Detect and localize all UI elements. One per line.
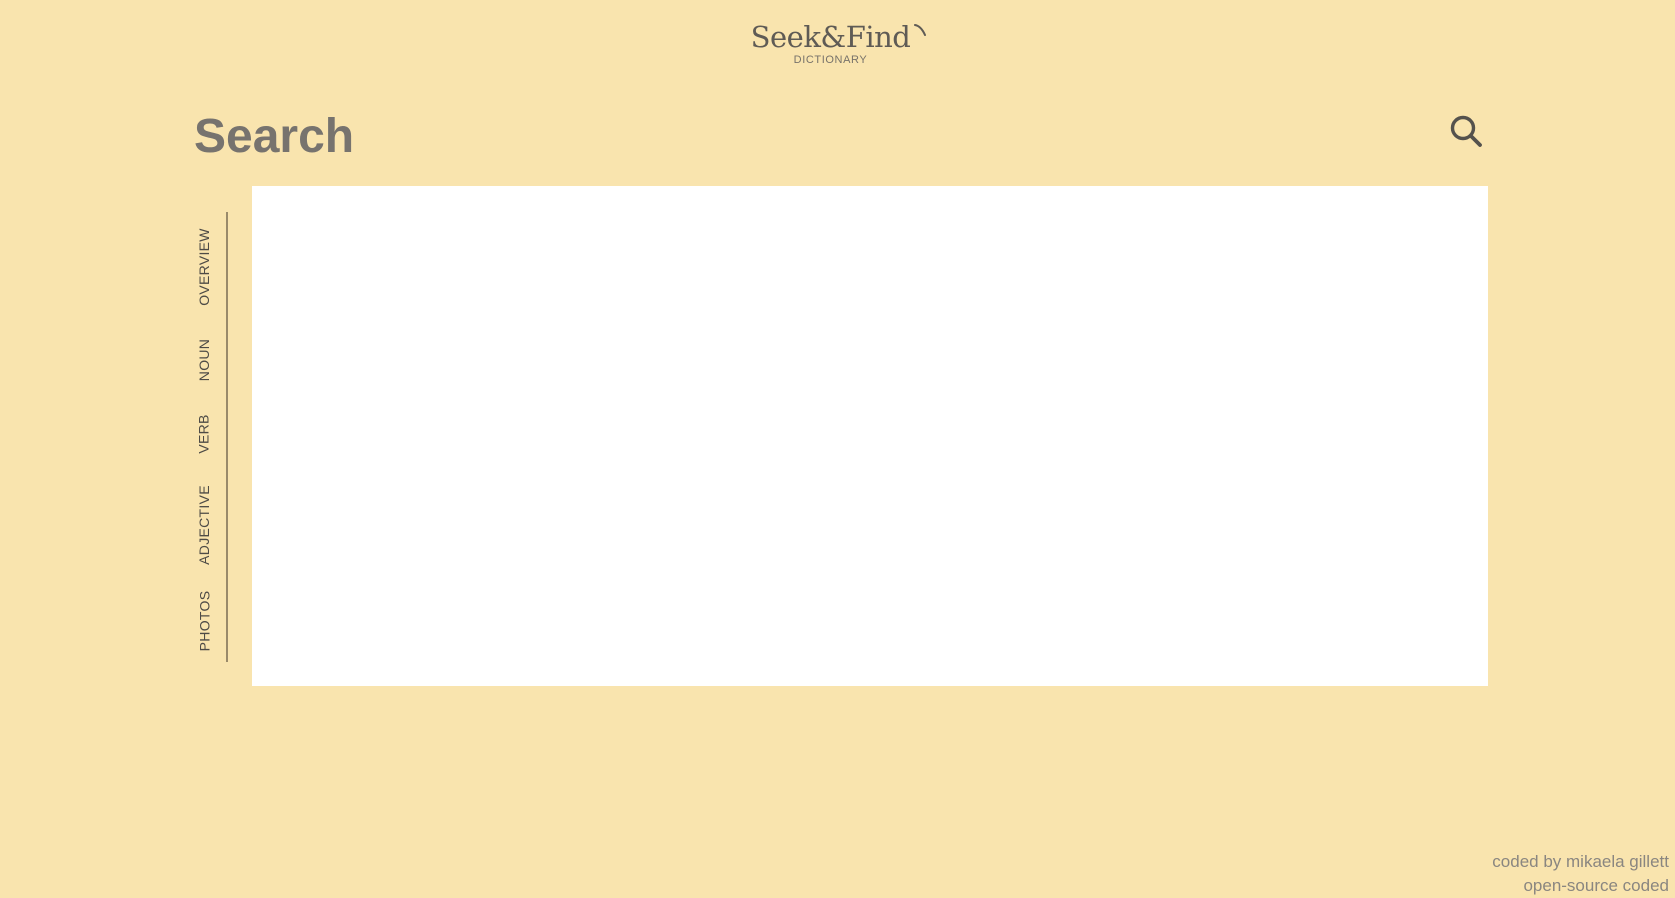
results-panel	[252, 186, 1488, 686]
tab-photos-indicator	[226, 580, 228, 662]
section-tabs: OVERVIEW NOUN VERB ADJECTIVE PHOTOS	[192, 212, 228, 662]
search-input[interactable]	[194, 100, 1414, 172]
tab-photos[interactable]: PHOTOS	[192, 580, 228, 662]
logo-flick-mark	[914, 24, 927, 36]
tab-noun[interactable]: NOUN	[192, 322, 228, 398]
tab-verb-indicator	[226, 398, 228, 470]
tab-verb-label: VERB	[196, 414, 213, 454]
tab-overview[interactable]: OVERVIEW	[192, 212, 228, 322]
logo-subtitle: DICTIONARY	[793, 54, 868, 66]
tab-adjective-indicator	[226, 470, 228, 580]
tab-noun-label: NOUN	[196, 338, 213, 382]
logo[interactable]: Seek&Find DICTIONARY	[0, 22, 1675, 68]
footer-credit[interactable]: coded by mikaela gillett	[1492, 850, 1669, 874]
footer-source[interactable]: open-source coded	[1492, 874, 1669, 898]
tab-adjective[interactable]: ADJECTIVE	[192, 470, 228, 580]
tab-adjective-label: ADJECTIVE	[196, 485, 212, 565]
logo-lockup: Seek&Find DICTIONARY	[750, 20, 927, 66]
tab-photos-label: PHOTOS	[196, 590, 213, 652]
tab-verb[interactable]: VERB	[192, 398, 228, 470]
search-icon	[1450, 115, 1482, 147]
tab-overview-indicator	[226, 212, 228, 322]
search-button[interactable]	[1448, 112, 1484, 150]
tab-noun-indicator	[226, 322, 228, 398]
logo-title: Seek&Find	[750, 20, 911, 54]
tab-overview-label: OVERVIEW	[196, 228, 213, 306]
footer: coded by mikaela gillett open-source cod…	[1492, 850, 1669, 898]
